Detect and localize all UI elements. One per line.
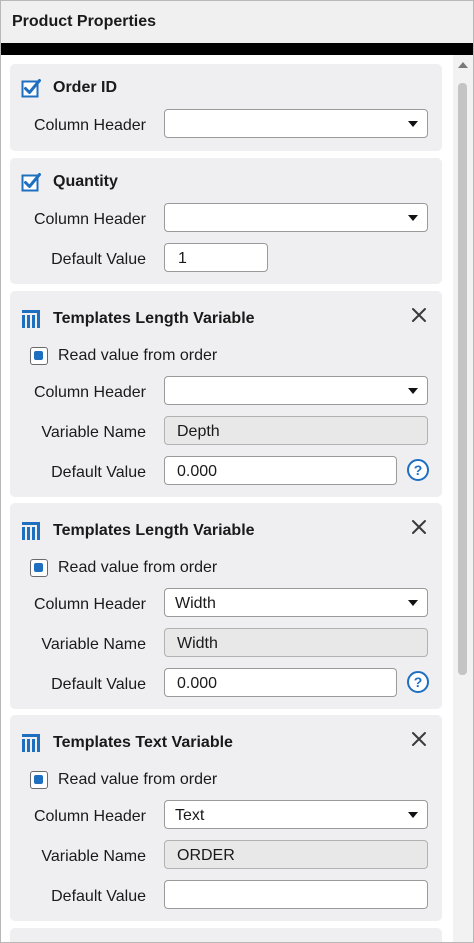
panel-title: Product Properties [12,13,157,30]
chevron-down-icon [408,600,418,606]
panel-header: Product Properties [1,1,473,43]
template-variable-icon [22,734,40,752]
templates-text-variable-card: Templates Text Variable Read value from … [10,715,442,921]
variable-default-value-input[interactable]: 0.000 [164,668,397,697]
header-divider-bar [1,43,473,55]
column-header-label: Column Header [33,117,146,134]
templates-length-variable-card-depth: Templates Length Variable Read value fro… [10,291,442,497]
chevron-down-icon [408,388,418,394]
svg-text:?: ? [414,674,423,690]
read-value-from-order-label: Read value from order [58,559,218,576]
template-variable-icon [22,522,40,540]
chevron-down-icon [408,215,418,221]
quantity-default-value-input[interactable]: 1 [164,243,268,272]
read-value-from-order-checkbox[interactable] [30,771,48,789]
template-variable-icon [22,310,40,328]
chevron-down-icon [408,121,418,127]
default-value-label: Default Value [51,251,146,268]
column-header-label: Column Header [33,384,146,401]
chevron-down-icon [408,812,418,818]
properties-list: Order ID Column Header Quantity Column H… [1,55,453,942]
product-properties-panel: Product Properties Order ID Column Heade… [0,0,474,943]
default-value-label: Default Value [51,888,146,905]
column-header-label: Column Header [33,596,146,613]
checkbox-fill [34,563,43,572]
variable-name-label: Variable Name [41,636,146,653]
quantity-column-header-select[interactable] [164,203,428,232]
default-value-label: Default Value [51,464,146,481]
variable-name-label: Variable Name [41,424,146,441]
variable-name-field: ORDER [164,840,428,869]
variable-title: Templates Length Variable [53,522,255,539]
scrollbar-thumb[interactable] [458,83,467,675]
variable-name-value: Depth [177,423,220,440]
variable-name-field: Width [164,628,428,657]
variable-column-header-select[interactable] [164,376,428,405]
help-icon[interactable]: ? [406,458,430,482]
checkbox-checked-icon[interactable] [21,78,41,98]
variable-default-value-input[interactable] [164,880,428,909]
order-id-column-header-select[interactable] [164,109,428,138]
default-value-label: Default Value [51,676,146,693]
read-value-from-order-checkbox[interactable] [30,347,48,365]
close-icon[interactable] [410,518,428,536]
checkbox-fill [34,775,43,784]
variable-name-label: Variable Name [41,848,146,865]
read-value-from-order-checkbox[interactable] [30,559,48,577]
input-value: 0.000 [177,675,218,692]
variable-name-value: Width [177,635,218,652]
next-property-card [10,928,442,942]
select-value: Text [175,807,205,824]
close-icon[interactable] [410,306,428,324]
order-id-card: Order ID Column Header [10,64,442,151]
variable-title: Templates Length Variable [53,310,255,327]
input-value: 1 [178,250,187,267]
variable-column-header-select[interactable]: Text [164,800,428,829]
select-value: Width [175,595,216,612]
input-value: 0.000 [177,463,218,480]
help-icon[interactable]: ? [406,670,430,694]
vertical-scrollbar[interactable] [453,55,473,942]
read-value-from-order-label: Read value from order [58,347,218,364]
variable-name-field: Depth [164,416,428,445]
close-icon[interactable] [410,730,428,748]
quantity-card: Quantity Column Header Default Value 1 [10,158,442,284]
quantity-title: Quantity [53,173,118,190]
variable-column-header-select[interactable]: Width [164,588,428,617]
svg-text:?: ? [414,462,423,478]
checkbox-checked-icon[interactable] [21,172,41,192]
order-id-title: Order ID [53,79,118,96]
variable-name-value: ORDER [177,847,235,864]
column-header-label: Column Header [33,211,146,228]
scroll-up-arrow-icon[interactable] [458,62,468,68]
variable-title: Templates Text Variable [53,734,233,751]
checkbox-fill [34,351,43,360]
read-value-from-order-label: Read value from order [58,771,218,788]
variable-default-value-input[interactable]: 0.000 [164,456,397,485]
column-header-label: Column Header [33,808,146,825]
templates-length-variable-card-width: Templates Length Variable Read value fro… [10,503,442,709]
